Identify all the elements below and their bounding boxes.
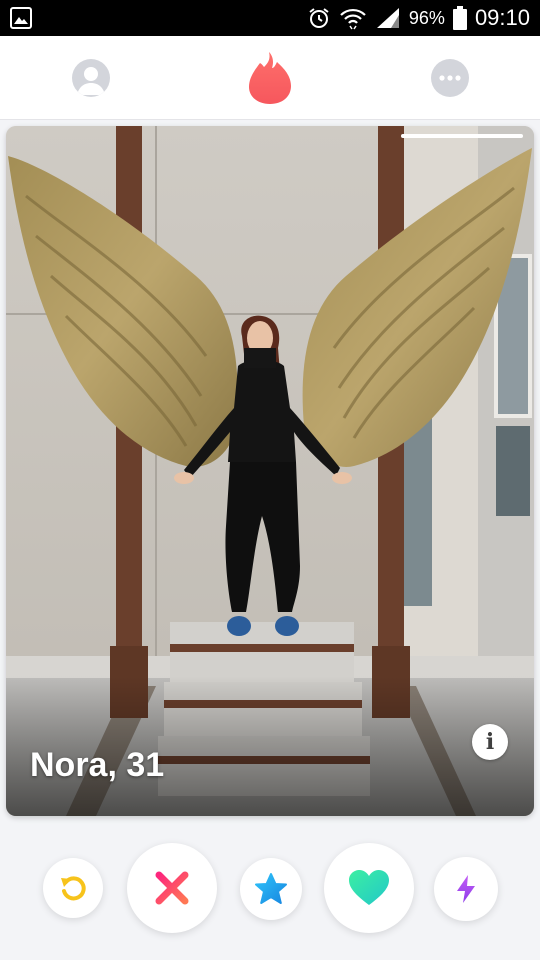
- like-button[interactable]: [324, 843, 414, 933]
- gallery-icon: [10, 7, 32, 29]
- rewind-icon: [61, 876, 86, 901]
- super-like-button[interactable]: [240, 858, 302, 920]
- profile-icon[interactable]: [72, 59, 110, 97]
- profile-card[interactable]: Nora, 31 i: [6, 126, 534, 816]
- bolt-icon: [457, 875, 475, 903]
- rewind-button[interactable]: [43, 858, 103, 918]
- status-bar: 96% 09:10: [0, 0, 540, 36]
- battery-icon: [452, 6, 467, 30]
- top-nav: [0, 36, 540, 120]
- photo-progress-indicator: [401, 134, 523, 138]
- clock: 09:10: [474, 5, 530, 30]
- wifi-icon: [339, 6, 367, 30]
- heart-icon: [349, 870, 389, 905]
- info-icon[interactable]: i: [472, 724, 508, 760]
- close-icon: [155, 871, 189, 905]
- nope-button[interactable]: [127, 843, 217, 933]
- alarm-icon: [307, 6, 331, 30]
- star-icon: [255, 873, 287, 904]
- battery-percent: 96%: [408, 7, 445, 28]
- chat-icon[interactable]: [431, 59, 469, 97]
- signal-icon: [375, 7, 401, 29]
- profile-name-age: Nora, 31: [30, 746, 165, 784]
- flame-logo-icon[interactable]: [248, 50, 292, 106]
- info-glyph: i: [485, 729, 495, 755]
- boost-button[interactable]: [434, 857, 498, 921]
